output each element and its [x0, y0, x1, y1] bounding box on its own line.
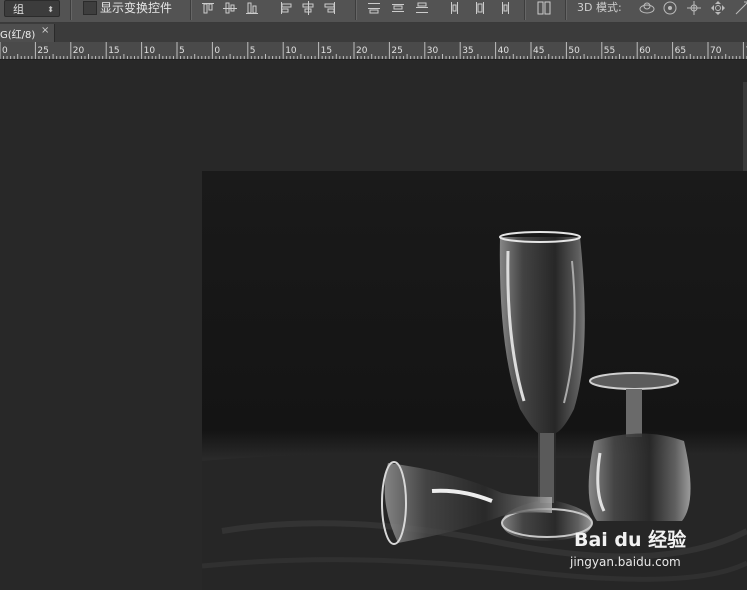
ruler-tick-label: 20	[73, 46, 85, 56]
document-tab[interactable]: G(红/8) ×	[0, 24, 55, 42]
auto-select-dropdown[interactable]: 组 ⬍	[4, 0, 60, 17]
drag-3d-icon[interactable]	[686, 0, 702, 16]
distribute-top-icon[interactable]	[366, 0, 382, 16]
divider	[565, 0, 567, 20]
options-bar: 组 ⬍ 显示变换控件 3D 模式:	[0, 0, 747, 23]
distribute-bottom-icon[interactable]	[414, 0, 430, 16]
distribute-right-icon[interactable]	[496, 0, 512, 16]
ruler-tick-label: 60	[639, 46, 651, 56]
chevron-updown-icon: ⬍	[47, 5, 54, 14]
document-tab-bar: G(红/8) ×	[0, 23, 747, 42]
show-transform-controls-checkbox[interactable]	[83, 1, 97, 15]
divider	[190, 0, 192, 20]
ruler-tick-label: 35	[462, 46, 473, 56]
rotate-3d-icon[interactable]	[638, 0, 655, 16]
ruler-tick-label: 10	[285, 46, 297, 56]
ruler-tick-label: 0	[214, 46, 220, 56]
roll-3d-icon[interactable]	[662, 0, 678, 16]
divider	[524, 0, 526, 20]
ruler-tick-label: 40	[498, 46, 510, 56]
ruler-tick-label: 30	[427, 46, 439, 56]
ruler-tick-label: 5	[250, 46, 256, 56]
align-horizontal-centers-icon[interactable]	[300, 0, 316, 16]
auto-select-value: 组	[13, 3, 24, 16]
distribute-vertical-centers-icon[interactable]	[390, 0, 406, 16]
distribute-horizontal-centers-icon[interactable]	[472, 0, 488, 16]
ruler-tick-label: 50	[568, 46, 580, 56]
scale-3d-icon[interactable]	[734, 0, 747, 16]
mode-3d-label: 3D 模式:	[577, 1, 622, 14]
slide-3d-icon[interactable]	[710, 0, 726, 16]
align-left-edges-icon[interactable]	[278, 0, 294, 16]
auto-align-layers-icon[interactable]	[536, 0, 552, 16]
ruler-tick-label: 15	[321, 46, 332, 56]
align-vertical-centers-icon[interactable]	[222, 0, 238, 16]
ruler-tick-label: 25	[391, 46, 402, 56]
distribute-left-icon[interactable]	[448, 0, 464, 16]
close-icon[interactable]: ×	[41, 25, 49, 36]
ruler-tick-label: 0	[2, 46, 8, 56]
ruler-scale: 0252015105051015202530354045505560657075	[0, 42, 747, 59]
ruler-tick-label: 70	[710, 46, 722, 56]
ruler-tick-label: 5	[179, 46, 185, 56]
align-top-edges-icon[interactable]	[200, 0, 216, 16]
document-tab-title: G(红/8)	[0, 30, 36, 41]
ruler-tick-label: 15	[108, 46, 119, 56]
divider	[70, 0, 72, 20]
watermark-brand: Bai du 经验	[574, 529, 687, 551]
show-transform-controls-label: 显示变换控件	[100, 1, 173, 15]
ruler-tick-label: 45	[533, 46, 544, 56]
ruler-tick-label: 55	[604, 46, 615, 56]
align-right-edges-icon[interactable]	[322, 0, 338, 16]
align-bottom-edges-icon[interactable]	[244, 0, 260, 16]
divider	[355, 0, 357, 20]
ruler-tick-label: 20	[356, 46, 368, 56]
ruler-tick-label: 65	[675, 46, 686, 56]
horizontal-ruler: 0252015105051015202530354045505560657075	[0, 42, 747, 60]
ruler-tick-label: 25	[37, 46, 48, 56]
watermark-url: jingyan.baidu.com	[570, 555, 681, 569]
ruler-tick-label: 10	[144, 46, 156, 56]
